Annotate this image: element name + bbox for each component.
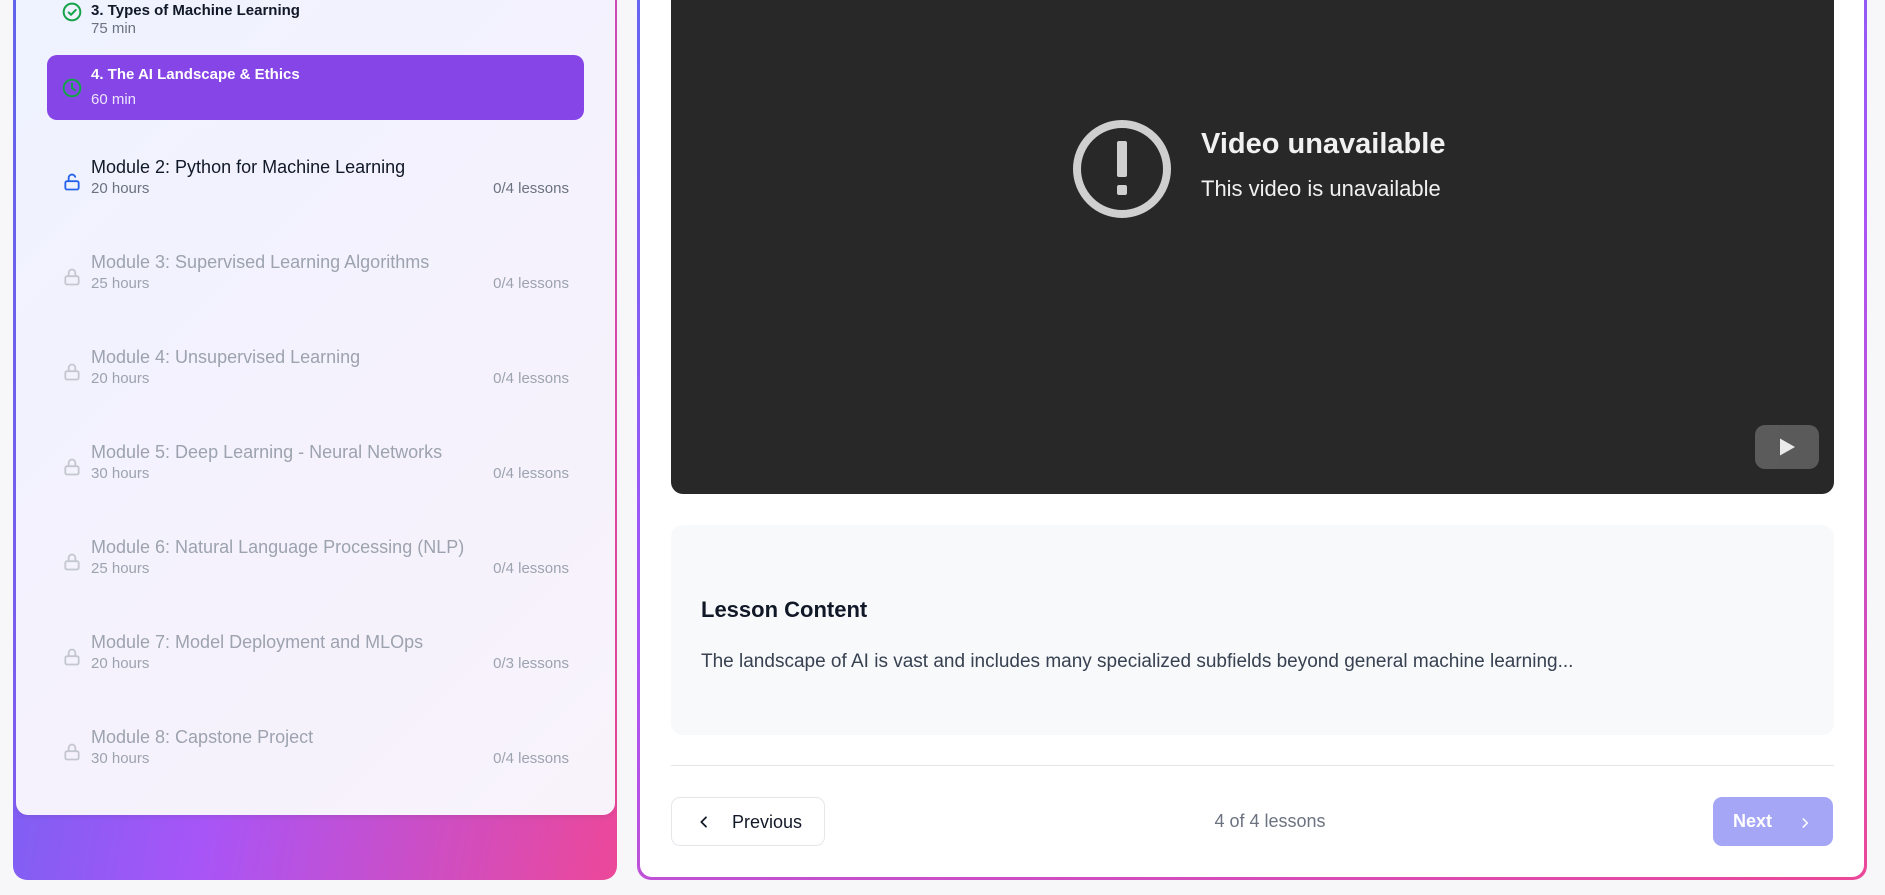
- module-item-7[interactable]: Module 7: Model Deployment and MLOps 20 …: [47, 632, 584, 692]
- module-duration: 20 hours: [91, 180, 150, 197]
- lesson-duration: 75 min: [91, 20, 137, 37]
- module-title: Module 8: Capstone Project: [91, 727, 314, 747]
- module-lesson-count: 0/4 lessons: [493, 465, 569, 482]
- lock-icon: [62, 267, 82, 287]
- lock-icon: [62, 742, 82, 762]
- next-button[interactable]: Next: [1713, 797, 1833, 846]
- module-lesson-count: 0/4 lessons: [493, 370, 569, 387]
- youtube-play-button[interactable]: [1755, 425, 1819, 469]
- divider: [671, 765, 1834, 766]
- chevron-left-icon: [696, 814, 712, 835]
- module-title: Module 3: Supervised Learning Algorithms: [91, 252, 430, 272]
- module-duration: 25 hours: [91, 560, 150, 577]
- module-duration: 30 hours: [91, 750, 150, 767]
- lesson-progress-counter: 4 of 4 lessons: [1214, 811, 1326, 831]
- module-lesson-count: 0/4 lessons: [493, 180, 569, 197]
- module-item-5[interactable]: Module 5: Deep Learning - Neural Network…: [47, 442, 584, 502]
- lesson-content-text: The landscape of AI is vast and includes…: [701, 651, 1574, 672]
- video-player[interactable]: Video unavailable This video is unavaila…: [671, 0, 1834, 494]
- module-duration: 25 hours: [91, 275, 150, 292]
- lesson-item-types-of-ml[interactable]: 3. Types of Machine Learning 75 min: [47, 0, 584, 44]
- module-title: Module 2: Python for Machine Learning: [91, 157, 406, 177]
- chevron-right-icon: [1798, 814, 1812, 835]
- clock-icon: [62, 78, 82, 98]
- module-item-4[interactable]: Module 4: Unsupervised Learning 20 hours…: [47, 347, 584, 407]
- check-circle-icon: [62, 2, 82, 22]
- module-lesson-count: 0/3 lessons: [493, 655, 569, 672]
- module-lesson-count: 0/4 lessons: [493, 750, 569, 767]
- module-title: Module 7: Model Deployment and MLOps: [91, 632, 424, 652]
- lock-icon: [62, 552, 82, 572]
- module-title: Module 4: Unsupervised Learning: [91, 347, 361, 367]
- lesson-item-ai-landscape-active[interactable]: 4. The AI Landscape & Ethics 60 min: [47, 55, 584, 120]
- lesson-duration: 60 min: [91, 91, 137, 108]
- video-error-message: This video is unavailable: [1201, 176, 1441, 201]
- previous-button[interactable]: Previous: [671, 797, 825, 846]
- module-title: Module 6: Natural Language Processing (N…: [91, 537, 465, 557]
- module-item-8[interactable]: Module 8: Capstone Project 30 hours 0/4 …: [47, 727, 584, 787]
- module-item-3[interactable]: Module 3: Supervised Learning Algorithms…: [47, 252, 584, 312]
- lesson-title: 4. The AI Landscape & Ethics: [91, 66, 300, 83]
- previous-button-label: Previous: [732, 812, 803, 832]
- alert-circle-icon: [1070, 117, 1174, 221]
- module-duration: 20 hours: [91, 370, 150, 387]
- lock-icon: [62, 457, 82, 477]
- unlock-icon: [62, 172, 82, 192]
- module-item-6[interactable]: Module 6: Natural Language Processing (N…: [47, 537, 584, 597]
- video-error-title: Video unavailable: [1201, 128, 1446, 160]
- module-duration: 20 hours: [91, 655, 150, 672]
- course-sidebar: [16, 0, 615, 815]
- youtube-play-icon: [1780, 438, 1795, 456]
- lesson-title: 3. Types of Machine Learning: [91, 2, 300, 19]
- lesson-content-heading: Lesson Content: [701, 597, 868, 622]
- module-lesson-count: 0/4 lessons: [493, 275, 569, 292]
- lock-icon: [62, 647, 82, 667]
- lesson-content-card: Lesson Content The landscape of AI is va…: [671, 525, 1834, 735]
- lock-icon: [62, 362, 82, 382]
- module-title: Module 5: Deep Learning - Neural Network…: [91, 442, 443, 462]
- next-button-label: Next: [1733, 811, 1773, 831]
- module-item-2[interactable]: Module 2: Python for Machine Learning 20…: [47, 157, 584, 217]
- module-lesson-count: 0/4 lessons: [493, 560, 569, 577]
- module-duration: 30 hours: [91, 465, 150, 482]
